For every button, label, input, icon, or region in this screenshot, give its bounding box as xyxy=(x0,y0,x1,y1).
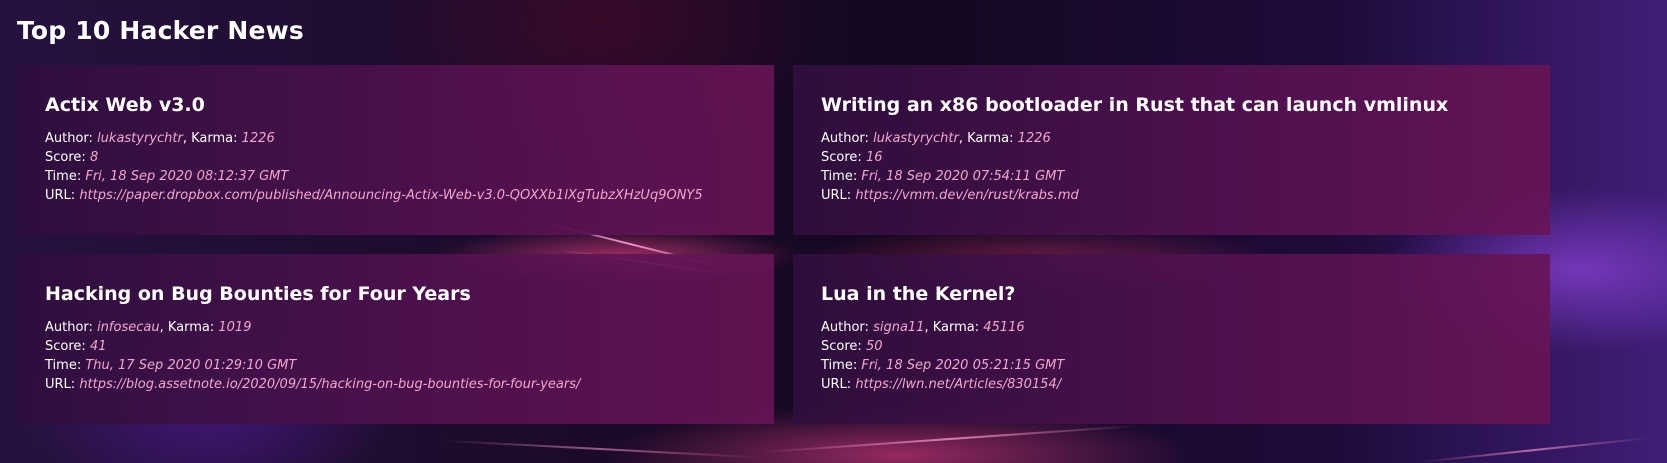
story-card: Lua in the Kernel? Author: signa11, Karm… xyxy=(793,254,1550,424)
score-label: Score: xyxy=(45,150,86,165)
author-line: Author: signa11, Karma: 45116 xyxy=(821,318,1522,337)
score-label: Score: xyxy=(821,150,862,165)
background-light-streak xyxy=(1420,436,1650,463)
url-label: URL: xyxy=(45,188,76,203)
time-line: Time: Fri, 18 Sep 2020 05:21:15 GMT xyxy=(821,356,1522,375)
story-url-link[interactable]: https://lwn.net/Articles/830154/ xyxy=(855,377,1061,392)
score-line: Score: 8 xyxy=(45,148,746,167)
author-label: Author: xyxy=(821,320,869,335)
score-line: Score: 41 xyxy=(45,337,746,356)
score-line: Score: 50 xyxy=(821,337,1522,356)
author-name: lukastyrychtr xyxy=(873,131,959,146)
karma-value: 1226 xyxy=(241,131,275,146)
story-title: Lua in the Kernel? xyxy=(821,283,1016,305)
karma-label: , Karma: xyxy=(958,131,1014,146)
time-value: Fri, 18 Sep 2020 05:21:15 GMT xyxy=(861,358,1065,373)
karma-value: 1019 xyxy=(218,320,252,335)
author-name: infosecau xyxy=(97,320,160,335)
time-value: Fri, 18 Sep 2020 07:54:11 GMT xyxy=(861,169,1065,184)
author-line: Author: infosecau, Karma: 1019 xyxy=(45,318,746,337)
stories-grid: Actix Web v3.0 Author: lukastyrychtr, Ka… xyxy=(17,65,1650,424)
background-light-streak xyxy=(760,424,1140,454)
score-value: 8 xyxy=(89,150,99,165)
author-label: Author: xyxy=(821,131,869,146)
url-line: URL: https://lwn.net/Articles/830154/ xyxy=(821,375,1522,394)
time-label: Time: xyxy=(45,169,82,184)
url-label: URL: xyxy=(45,377,76,392)
karma-label: , Karma: xyxy=(924,320,980,335)
url-label: URL: xyxy=(821,188,852,203)
score-value: 16 xyxy=(865,150,883,165)
time-label: Time: xyxy=(821,358,858,373)
story-card: Hacking on Bug Bounties for Four Years A… xyxy=(17,254,774,424)
url-line: URL: https://vmm.dev/en/rust/krabs.md xyxy=(821,186,1522,205)
time-label: Time: xyxy=(45,358,82,373)
url-line: URL: https://blog.assetnote.io/2020/09/1… xyxy=(45,375,746,394)
story-url-link[interactable]: https://paper.dropbox.com/published/Anno… xyxy=(79,188,702,203)
karma-value: 45116 xyxy=(983,320,1025,335)
time-line: Time: Fri, 18 Sep 2020 07:54:11 GMT xyxy=(821,167,1522,186)
story-card: Actix Web v3.0 Author: lukastyrychtr, Ka… xyxy=(17,65,774,235)
url-line: URL: https://paper.dropbox.com/published… xyxy=(45,186,746,205)
time-label: Time: xyxy=(821,169,858,184)
score-line: Score: 16 xyxy=(821,148,1522,167)
score-value: 41 xyxy=(89,339,107,354)
score-value: 50 xyxy=(865,339,883,354)
karma-value: 1226 xyxy=(1017,131,1051,146)
story-title: Actix Web v3.0 xyxy=(45,94,205,116)
karma-label: , Karma: xyxy=(159,320,215,335)
story-card: Writing an x86 bootloader in Rust that c… xyxy=(793,65,1550,235)
story-title: Hacking on Bug Bounties for Four Years xyxy=(45,283,471,305)
time-line: Time: Fri, 18 Sep 2020 08:12:37 GMT xyxy=(45,167,746,186)
author-label: Author: xyxy=(45,131,93,146)
author-name: signa11 xyxy=(873,320,925,335)
time-value: Thu, 17 Sep 2020 01:29:10 GMT xyxy=(85,358,297,373)
author-label: Author: xyxy=(45,320,93,335)
score-label: Score: xyxy=(821,339,862,354)
story-title: Writing an x86 bootloader in Rust that c… xyxy=(821,94,1449,116)
author-line: Author: lukastyrychtr, Karma: 1226 xyxy=(45,129,746,148)
story-url-link[interactable]: https://vmm.dev/en/rust/krabs.md xyxy=(855,188,1078,203)
karma-label: , Karma: xyxy=(182,131,238,146)
author-line: Author: lukastyrychtr, Karma: 1226 xyxy=(821,129,1522,148)
url-label: URL: xyxy=(821,377,852,392)
author-name: lukastyrychtr xyxy=(97,131,183,146)
score-label: Score: xyxy=(45,339,86,354)
time-value: Fri, 18 Sep 2020 08:12:37 GMT xyxy=(85,169,289,184)
story-url-link[interactable]: https://blog.assetnote.io/2020/09/15/hac… xyxy=(79,377,580,392)
page-title: Top 10 Hacker News xyxy=(17,16,305,45)
time-line: Time: Thu, 17 Sep 2020 01:29:10 GMT xyxy=(45,356,746,375)
background-light-streak xyxy=(440,439,760,459)
